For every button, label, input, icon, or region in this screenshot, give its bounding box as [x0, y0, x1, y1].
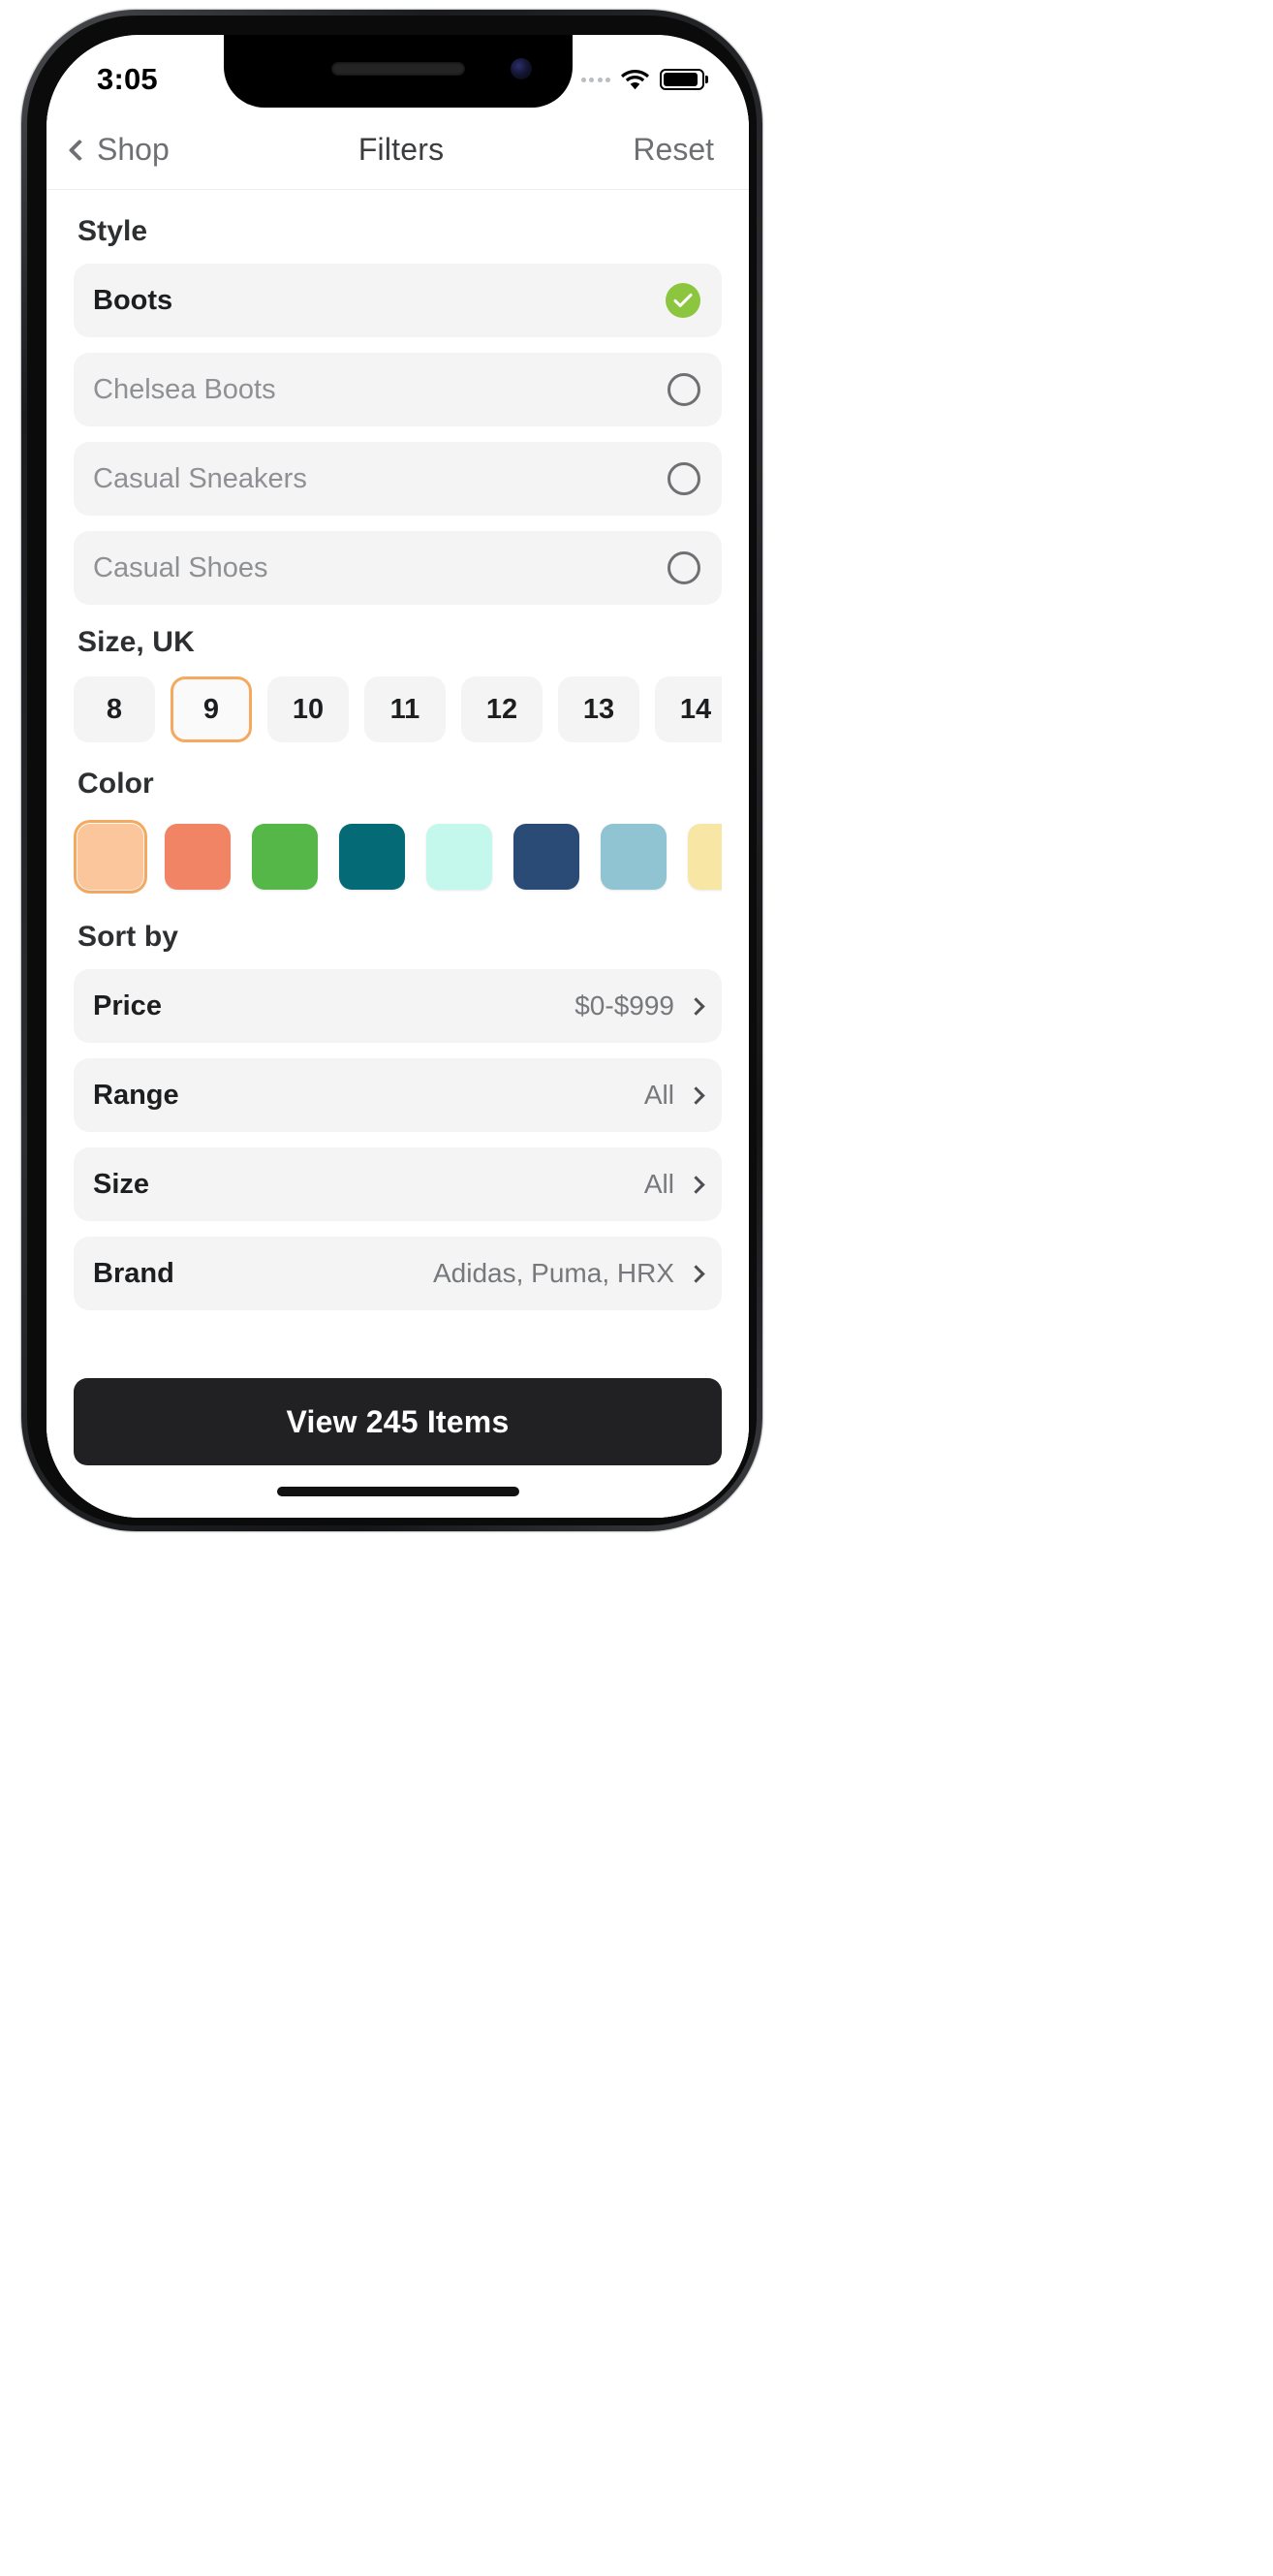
- sort-row-range[interactable]: Range All: [74, 1058, 722, 1132]
- chevron-left-icon: [68, 139, 91, 161]
- size-chip[interactable]: 11: [364, 676, 446, 742]
- back-button[interactable]: Shop: [68, 132, 170, 168]
- filters-scroll-area[interactable]: Style Boots Chelsea Boots Casual Sneaker…: [47, 190, 749, 1518]
- sort-row-label: Brand: [93, 1257, 174, 1289]
- chevron-right-icon: [687, 1085, 705, 1105]
- size-section-title: Size, UK: [78, 626, 195, 658]
- phone-bezel: 3:05 Shop Filters Reset Style Boots Chel…: [27, 16, 757, 1525]
- color-swatch-fill: [78, 824, 143, 890]
- style-option-label: Casual Sneakers: [93, 462, 307, 494]
- color-swatch[interactable]: [161, 820, 234, 894]
- color-swatch-fill: [339, 824, 405, 890]
- sort-row-label: Price: [93, 990, 162, 1021]
- sort-row-value: All: [643, 1080, 674, 1110]
- color-swatch-selected[interactable]: [74, 820, 147, 894]
- color-swatch[interactable]: [248, 820, 322, 894]
- sort-row-value-group: All: [643, 1080, 705, 1111]
- style-option-row[interactable]: Chelsea Boots: [74, 353, 722, 426]
- style-option-label: Casual Shoes: [93, 551, 268, 583]
- sort-row-value: Adidas, Puma, HRX: [433, 1258, 674, 1288]
- style-option-row[interactable]: Casual Sneakers: [74, 442, 722, 516]
- sort-row-size[interactable]: Size All: [74, 1147, 722, 1221]
- style-option-row[interactable]: Casual Shoes: [74, 531, 722, 605]
- size-chip[interactable]: 8: [74, 676, 155, 742]
- size-chip-selected[interactable]: 9: [171, 676, 252, 742]
- style-option-label: Boots: [93, 284, 173, 316]
- radio-empty-icon[interactable]: [668, 551, 700, 584]
- size-chip[interactable]: 12: [461, 676, 543, 742]
- check-circle-icon[interactable]: [666, 283, 700, 318]
- color-swatch[interactable]: [510, 820, 583, 894]
- color-swatch[interactable]: [335, 820, 409, 894]
- filters-screen: Shop Filters Reset Style Boots Chelsea B…: [47, 35, 749, 1518]
- status-bar-indicators: [580, 69, 704, 90]
- size-chip[interactable]: 14: [655, 676, 722, 742]
- reset-button[interactable]: Reset: [633, 132, 714, 168]
- color-swatch-fill: [426, 824, 492, 890]
- color-swatch-fill: [601, 824, 667, 890]
- phone-screen: 3:05 Shop Filters Reset Style Boots Chel…: [47, 35, 749, 1518]
- notch: [223, 35, 573, 108]
- front-camera-icon: [510, 58, 532, 79]
- radio-empty-icon[interactable]: [668, 373, 700, 406]
- sort-row-value: All: [643, 1169, 674, 1199]
- color-swatch-fill: [165, 824, 231, 890]
- back-button-label: Shop: [97, 132, 170, 167]
- sort-row-label: Range: [93, 1079, 179, 1111]
- color-swatch[interactable]: [597, 820, 670, 894]
- screenshot-stage: 3:05 Shop Filters Reset Style Boots Chel…: [0, 0, 1273, 2576]
- color-swatch-fill: [688, 824, 722, 890]
- earpiece-speaker-icon: [330, 62, 465, 76]
- style-option-label: Chelsea Boots: [93, 373, 276, 405]
- wifi-icon: [621, 69, 649, 90]
- radio-empty-icon[interactable]: [668, 462, 700, 495]
- chevron-right-icon: [687, 996, 705, 1016]
- color-swatch[interactable]: [684, 820, 722, 894]
- sort-row-value: $0-$999: [574, 990, 674, 1021]
- cellular-dots-icon: [580, 77, 610, 82]
- home-indicator[interactable]: [276, 1487, 519, 1496]
- sort-row-value-group: $0-$999: [574, 990, 705, 1021]
- sort-row-brand[interactable]: Brand Adidas, Puma, HRX: [74, 1237, 722, 1310]
- status-bar-time: 3:05: [97, 62, 158, 96]
- navigation-bar: Shop Filters Reset: [47, 110, 749, 190]
- size-chip-row[interactable]: 8 9 10 11 12 13 14: [74, 675, 722, 746]
- chevron-right-icon: [687, 1264, 705, 1283]
- sort-row-price[interactable]: Price $0-$999: [74, 969, 722, 1043]
- sort-row-list: Price $0-$999 Range All Size All Brand A…: [74, 969, 722, 1310]
- sort-row-label: Size: [93, 1168, 150, 1200]
- color-swatch[interactable]: [422, 820, 496, 894]
- page-title: Filters: [357, 132, 445, 167]
- sort-row-value-group: All: [643, 1169, 705, 1200]
- style-option-row[interactable]: Boots: [74, 264, 722, 337]
- color-swatch-fill: [513, 824, 579, 890]
- style-option-list: Boots Chelsea Boots Casual Sneakers Casu…: [74, 264, 722, 605]
- size-chip[interactable]: 13: [558, 676, 639, 742]
- size-chip[interactable]: 10: [267, 676, 349, 742]
- sort-section-title: Sort by: [78, 921, 179, 953]
- battery-icon: [660, 69, 704, 90]
- color-swatch-fill: [252, 824, 318, 890]
- phone-frame: 3:05 Shop Filters Reset Style Boots Chel…: [21, 10, 762, 1531]
- color-swatch-row[interactable]: [74, 816, 722, 899]
- sort-row-value-group: Adidas, Puma, HRX: [433, 1258, 705, 1289]
- chevron-right-icon: [687, 1175, 705, 1194]
- view-items-button[interactable]: View 245 Items: [74, 1378, 722, 1465]
- color-section-title: Color: [78, 768, 154, 800]
- style-section-title: Style: [78, 215, 148, 247]
